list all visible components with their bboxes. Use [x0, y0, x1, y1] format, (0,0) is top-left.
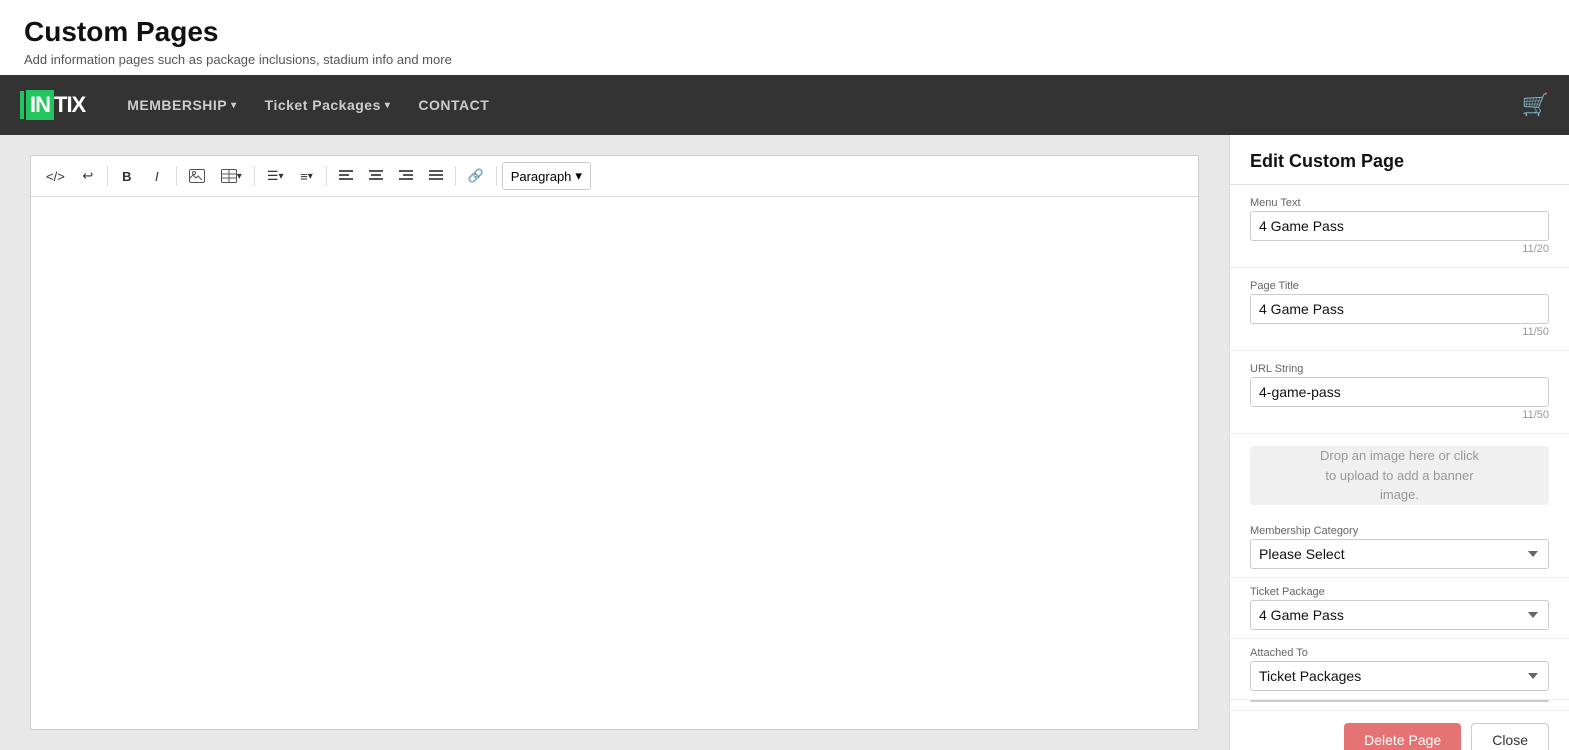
bold-button[interactable]: B — [113, 162, 141, 190]
page-title-section: Page Title 11/50 — [1230, 268, 1569, 351]
membership-category-label: Membership Category — [1250, 525, 1549, 537]
page-title: Custom Pages — [24, 16, 1545, 48]
bullet-list-button[interactable]: ☰ ▾ — [260, 162, 291, 190]
align-left-button[interactable] — [332, 162, 360, 190]
toolbar-separator-6 — [496, 166, 497, 186]
panel-footer: Delete Page Close — [1230, 710, 1569, 750]
logo[interactable]: INTIX — [20, 90, 85, 120]
panel-title: Edit Custom Page — [1250, 151, 1549, 172]
undo-button[interactable]: ↩ — [74, 162, 102, 190]
align-right-button[interactable] — [392, 162, 420, 190]
image-button[interactable] — [182, 162, 212, 190]
navbar: INTIX MEMBERSHIP ▾ Ticket Packages ▾ CON… — [0, 75, 1569, 135]
delete-page-button[interactable]: Delete Page — [1344, 723, 1461, 750]
yes-no-dropdown: ✓ No Yes — [1250, 700, 1549, 702]
close-button[interactable]: Close — [1471, 723, 1549, 750]
image-drop-zone[interactable]: Drop an image here or clickto upload to … — [1250, 446, 1549, 505]
nav-items: MEMBERSHIP ▾ Ticket Packages ▾ CONTACT — [115, 89, 1521, 121]
cart-icon[interactable]: 🛒 — [1522, 92, 1549, 118]
editor-toolbar: </> ↩ B I — [31, 156, 1198, 197]
list-chevron-icon: ▾ — [278, 171, 283, 182]
editor-body[interactable] — [31, 197, 1198, 729]
page-title-char-count: 11/50 — [1250, 326, 1549, 338]
page-title-input[interactable] — [1250, 294, 1549, 324]
numlist-chevron-icon: ▾ — [308, 171, 313, 182]
logo-stripe — [20, 91, 24, 119]
attached-to-select[interactable]: Ticket Packages — [1250, 661, 1549, 691]
align-center-button[interactable] — [362, 162, 390, 190]
toolbar-separator-5 — [455, 166, 456, 186]
url-string-input[interactable] — [1250, 377, 1549, 407]
toolbar-separator-3 — [254, 166, 255, 186]
italic-button[interactable]: I — [143, 162, 171, 190]
membership-category-select[interactable]: Please Select — [1250, 539, 1549, 569]
membership-category-section: Membership Category Please Select — [1230, 517, 1569, 578]
paragraph-chevron-icon: ▾ — [575, 168, 582, 184]
nav-item-ticket-packages[interactable]: Ticket Packages ▾ — [253, 89, 403, 121]
option-no[interactable]: ✓ No — [1251, 701, 1548, 702]
chevron-down-icon: ▾ — [385, 100, 391, 111]
menu-text-section: Menu Text 11/20 — [1230, 185, 1569, 268]
editor-container: </> ↩ B I — [30, 155, 1199, 730]
numbered-list-button[interactable]: ≡ ▾ — [293, 162, 321, 190]
menu-text-char-count: 11/20 — [1250, 243, 1549, 255]
menu-text-label: Menu Text — [1250, 197, 1549, 209]
table-chevron-icon: ▾ — [237, 171, 242, 182]
attached-to-label: Attached To — [1250, 647, 1549, 659]
ticket-package-label: Ticket Package — [1250, 586, 1549, 598]
toolbar-separator-2 — [176, 166, 177, 186]
ticket-package-section: Ticket Package 4 Game Pass — [1230, 578, 1569, 639]
table-button[interactable]: ▾ — [214, 162, 249, 190]
page-title-label: Page Title — [1250, 280, 1549, 292]
url-string-label: URL String — [1250, 363, 1549, 375]
url-string-char-count: 11/50 — [1250, 409, 1549, 421]
toolbar-separator-4 — [326, 166, 327, 186]
toolbar-separator — [107, 166, 108, 186]
code-button[interactable]: </> — [39, 162, 72, 190]
editor-area: </> ↩ B I — [0, 135, 1229, 750]
url-string-section: URL String 11/50 — [1230, 351, 1569, 434]
right-panel: Edit Custom Page Menu Text 11/20 Page Ti… — [1229, 135, 1569, 750]
nav-item-contact[interactable]: CONTACT — [406, 89, 501, 121]
image-drop-text: Drop an image here or clickto upload to … — [1320, 446, 1479, 505]
page-header: Custom Pages Add information pages such … — [0, 0, 1569, 75]
page-subtitle: Add information pages such as package in… — [24, 52, 1545, 67]
logo-tix: TIX — [54, 92, 85, 118]
main-content: </> ↩ B I — [0, 135, 1569, 750]
logo-in: IN — [26, 90, 54, 120]
menu-text-input[interactable] — [1250, 211, 1549, 241]
panel-header: Edit Custom Page — [1230, 135, 1569, 185]
ticket-package-select[interactable]: 4 Game Pass — [1250, 600, 1549, 630]
align-justify-button[interactable] — [422, 162, 450, 190]
chevron-down-icon: ▾ — [231, 100, 237, 111]
attached-to-section: Attached To Ticket Packages — [1230, 639, 1569, 700]
link-button[interactable]: 🔗 — [461, 162, 491, 190]
paragraph-dropdown[interactable]: Paragraph ▾ — [502, 162, 591, 190]
nav-item-membership[interactable]: MEMBERSHIP ▾ — [115, 89, 248, 121]
